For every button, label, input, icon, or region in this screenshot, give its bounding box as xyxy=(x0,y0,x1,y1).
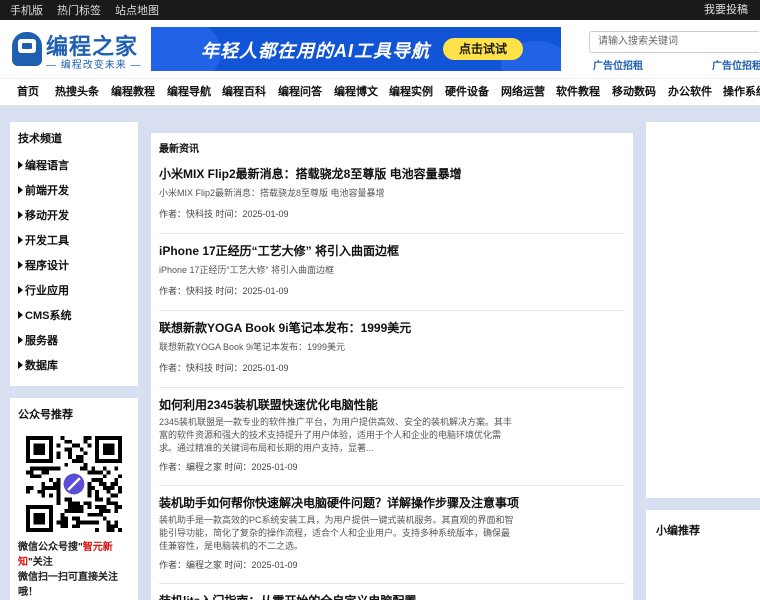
editor-picks-title: 小编推荐 xyxy=(656,525,700,537)
ad-slot-link[interactable]: 广告位招租 xyxy=(712,57,760,72)
article-meta: 作者：快科技 时间：2025-01-09 xyxy=(159,209,289,219)
triangle-right-icon xyxy=(18,311,23,320)
top-links: 手机版 热门标签 站点地图 xyxy=(10,0,173,20)
logo-slogan: — 编程改变未来 — xyxy=(46,60,142,71)
nav-item-hot[interactable]: 热搜头条 xyxy=(55,79,99,105)
wechat-panel-title: 公众号推荐 xyxy=(18,409,73,421)
article-meta: 作者：编程之家 时间：2025-01-09 xyxy=(159,462,298,472)
editor-picks-panel: 小编推荐 xyxy=(646,510,760,600)
nav-item-tutorial[interactable]: 编程教程 xyxy=(111,79,155,105)
channel-item[interactable]: 移动开发 xyxy=(18,204,130,229)
nav-item-qa[interactable]: 编程问答 xyxy=(278,79,322,105)
article-title[interactable]: 联想新款YOGA Book 9i笔记本发布：1999美元 xyxy=(159,319,411,336)
top-link-submit[interactable]: 我要投稿 xyxy=(704,0,748,20)
article-summary: 联想新款YOGA Book 9i笔记本发布：1999美元 xyxy=(159,342,346,352)
nav-item-wiki[interactable]: 编程百科 xyxy=(222,79,266,105)
channel-item[interactable]: 服务器 xyxy=(18,329,130,354)
nav-item-office[interactable]: 办公软件 xyxy=(668,79,712,105)
right-ad-panel xyxy=(646,122,760,498)
triangle-right-icon xyxy=(18,186,23,195)
top-bar: 手机版 热门标签 站点地图 我要投稿 xyxy=(0,0,760,20)
logo-icon xyxy=(12,32,42,66)
channel-item[interactable]: 前端开发 xyxy=(18,179,130,204)
header: 编程之家 — 编程改变未来 — 年轻人都在用的AI工具导航 点击试试 请输入搜索… xyxy=(0,20,760,78)
article-title[interactable]: iPhone 17正经历“工艺大修” 将引入曲面边框 xyxy=(159,242,399,259)
nav-item-blog[interactable]: 编程博文 xyxy=(334,79,378,105)
top-link-mobile[interactable]: 手机版 xyxy=(10,2,57,18)
nav-item-os[interactable]: 操作系统 xyxy=(723,79,760,105)
article-summary: 2345装机联盟是一款专业的软件推广平台，为用户提供高效、安全的装机解决方案。其… xyxy=(159,417,513,453)
top-link-hot-tags[interactable]: 热门标签 xyxy=(57,2,115,18)
ad-banner[interactable]: 年轻人都在用的AI工具导航 点击试试 xyxy=(151,27,561,71)
article-item[interactable]: 装机lite入门指南：从零开始的全自定义电脑配置 xyxy=(159,592,625,600)
article-title[interactable]: 装机lite入门指南：从零开始的全自定义电脑配置 xyxy=(159,592,416,600)
nav-item-hardware[interactable]: 硬件设备 xyxy=(445,79,489,105)
nav-item-examples[interactable]: 编程实例 xyxy=(389,79,433,105)
triangle-right-icon xyxy=(18,211,23,220)
nav-item-digital[interactable]: 移动数码 xyxy=(612,79,656,105)
article-summary: iPhone 17正经历“工艺大修” 将引入曲面边框 xyxy=(159,265,335,275)
channel-panel: 技术频道 编程语言 前端开发 移动开发 开发工具 程序设计 行业应用 CMS系统… xyxy=(10,122,138,386)
ad-slot-link[interactable]: 广告位招租 xyxy=(593,57,643,72)
article-title[interactable]: 小米MIX Flip2最新消息：搭载骁龙8至尊版 电池容量暴增 xyxy=(159,165,462,182)
channel-item[interactable]: 程序设计 xyxy=(18,254,130,279)
search-input[interactable]: 请输入搜索关键词 xyxy=(589,31,759,53)
nav-item-guide[interactable]: 编程导航 xyxy=(167,79,211,105)
triangle-right-icon xyxy=(18,161,23,170)
article-summary: 小米MIX Flip2最新消息：搭载骁龙8至尊版 电池容量暴增 xyxy=(159,188,385,198)
nav-item-software[interactable]: 软件教程 xyxy=(556,79,600,105)
article-meta: 作者：快科技 时间：2025-01-09 xyxy=(159,286,289,296)
channel-item[interactable]: 编程语言 xyxy=(18,154,130,179)
banner-try-button[interactable]: 点击试试 xyxy=(443,38,523,60)
banner-text: 年轻人都在用的AI工具导航 xyxy=(201,41,430,61)
article-meta: 作者：编程之家 时间：2025-01-09 xyxy=(159,560,298,570)
channel-panel-title: 技术频道 xyxy=(18,133,62,145)
qr-code xyxy=(26,436,122,532)
article-item[interactable]: iPhone 17正经历“工艺大修” 将引入曲面边框 iPhone 17正经历“… xyxy=(159,242,625,311)
news-section-title: 最新资讯 xyxy=(159,144,199,155)
triangle-right-icon xyxy=(18,361,23,370)
nav-item-home[interactable]: 首页 xyxy=(17,79,39,105)
channel-item[interactable]: 开发工具 xyxy=(18,229,130,254)
article-item[interactable]: 如何利用2345装机联盟快速优化电脑性能 2345装机联盟是一款专业的软件推广平… xyxy=(159,396,625,486)
article-item[interactable]: 装机助手如何帮你快速解决电脑硬件问题？详解操作步骤及注意事项 装机助手是一款高效… xyxy=(159,494,625,584)
article-item[interactable]: 小米MIX Flip2最新消息：搭载骁龙8至尊版 电池容量暴增 小米MIX Fl… xyxy=(159,165,625,234)
channel-item[interactable]: CMS系统 xyxy=(18,304,130,329)
channel-item[interactable]: 行业应用 xyxy=(18,279,130,304)
article-meta: 作者：快科技 时间：2025-01-09 xyxy=(159,363,289,373)
wechat-panel: 公众号推荐 微信公众号搜"智元新知"关注 微信扫一扫可直接关注哦！ xyxy=(10,398,138,600)
triangle-right-icon xyxy=(18,236,23,245)
channel-list: 编程语言 前端开发 移动开发 开发工具 程序设计 行业应用 CMS系统 服务器 … xyxy=(18,154,130,379)
nav-item-operations[interactable]: 网络运营 xyxy=(501,79,545,105)
news-panel: 最新资讯 小米MIX Flip2最新消息：搭载骁龙8至尊版 电池容量暴增 小米M… xyxy=(151,133,633,600)
main-nav: 首页 热搜头条 编程教程 编程导航 编程百科 编程问答 编程博文 编程实例 硬件… xyxy=(0,78,760,106)
article-title[interactable]: 如何利用2345装机联盟快速优化电脑性能 xyxy=(159,396,378,413)
wechat-description: 微信公众号搜"智元新知"关注 微信扫一扫可直接关注哦！ xyxy=(18,542,118,598)
triangle-right-icon xyxy=(18,261,23,270)
top-link-sitemap[interactable]: 站点地图 xyxy=(115,2,173,18)
article-summary: 装机助手是一款高效的PC系统安装工具，为用户提供一键式装机服务。其直观的界面和智… xyxy=(159,515,514,551)
site-logo[interactable]: 编程之家 — 编程改变未来 — xyxy=(12,30,141,71)
triangle-right-icon xyxy=(18,336,23,345)
channel-item[interactable]: 数据库 xyxy=(18,354,130,379)
article-title[interactable]: 装机助手如何帮你快速解决电脑硬件问题？详解操作步骤及注意事项 xyxy=(159,494,519,511)
article-item[interactable]: 联想新款YOGA Book 9i笔记本发布：1999美元 联想新款YOGA Bo… xyxy=(159,319,625,388)
triangle-right-icon xyxy=(18,286,23,295)
